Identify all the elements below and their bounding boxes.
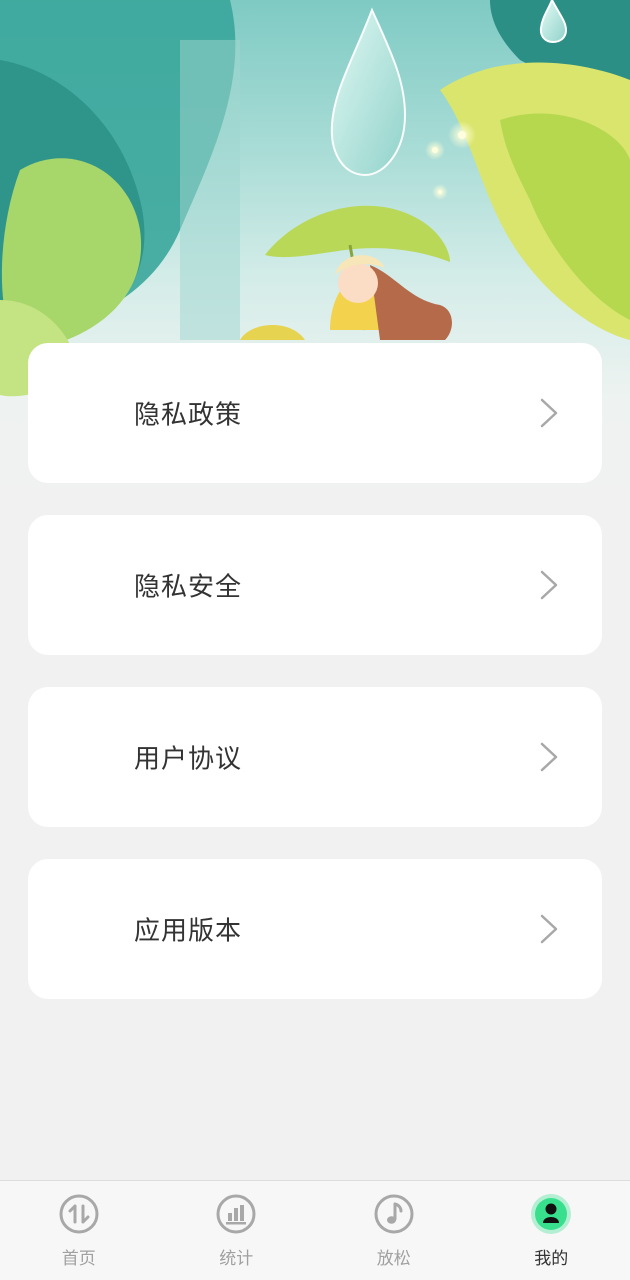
tab-relax[interactable]: 放松: [315, 1181, 473, 1280]
settings-menu: 隐私政策 隐私安全 用户协议 应用版本: [28, 343, 602, 1031]
home-arrows-icon: [59, 1194, 99, 1234]
menu-item-label: 用户协议: [134, 744, 243, 775]
menu-item-label: 隐私安全: [134, 572, 243, 603]
menu-item-privacy-policy[interactable]: 隐私政策: [28, 343, 602, 483]
tab-stats[interactable]: 统计: [158, 1181, 316, 1280]
bottom-tab-bar: 首页 统计 放松 我的: [0, 1180, 630, 1280]
menu-item-app-version[interactable]: 应用版本: [28, 859, 602, 999]
menu-item-user-agreement[interactable]: 用户协议: [28, 687, 602, 827]
music-note-icon: [374, 1194, 414, 1234]
tab-home[interactable]: 首页: [0, 1181, 158, 1280]
profile-icon: [531, 1194, 572, 1234]
chevron-right-icon: [540, 570, 558, 600]
chevron-right-icon: [540, 742, 558, 772]
tab-mine[interactable]: 我的: [473, 1181, 630, 1280]
tab-label: 统计: [219, 1249, 254, 1269]
menu-item-label: 应用版本: [134, 916, 243, 947]
chevron-right-icon: [540, 398, 558, 428]
tab-label: 我的: [534, 1249, 569, 1269]
tab-label: 首页: [61, 1249, 96, 1269]
chevron-right-icon: [540, 914, 558, 944]
stats-icon: [216, 1194, 256, 1234]
tab-label: 放松: [376, 1249, 411, 1269]
menu-item-label: 隐私政策: [134, 400, 243, 431]
menu-item-privacy-security[interactable]: 隐私安全: [28, 515, 602, 655]
